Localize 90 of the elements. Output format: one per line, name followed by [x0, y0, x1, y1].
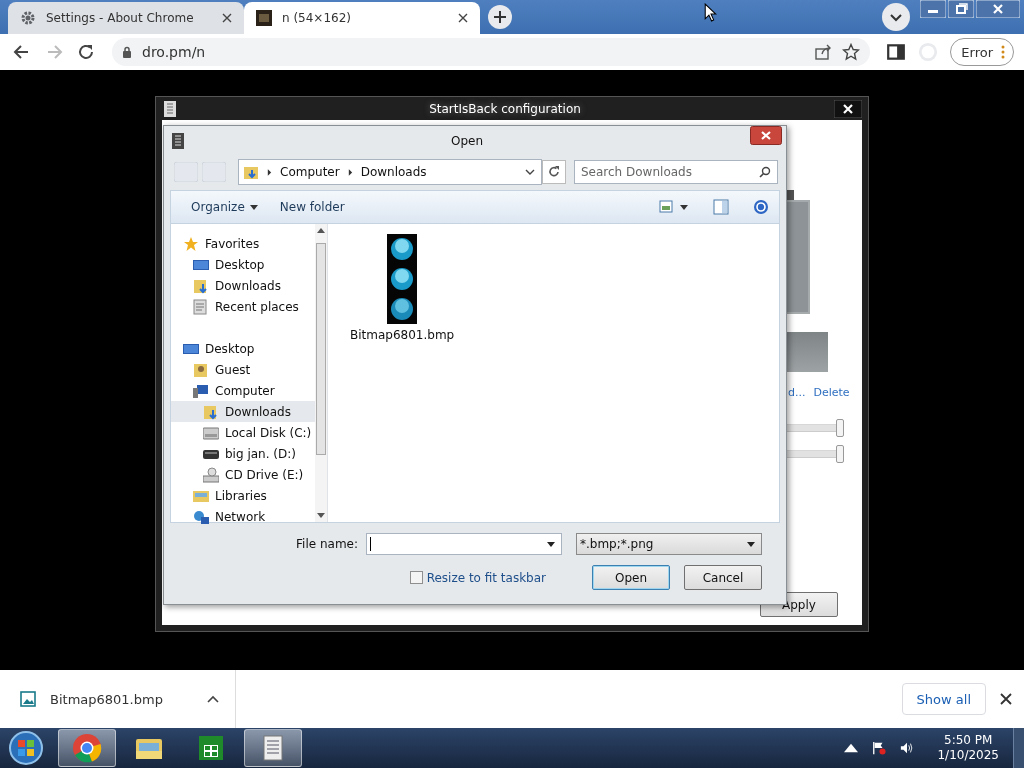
cancel-button[interactable]: Cancel	[684, 565, 762, 590]
new-folder-button[interactable]: New folder	[275, 200, 349, 214]
nav-item[interactable]: Guest	[171, 359, 315, 380]
dropdown-arrow-icon[interactable]	[547, 541, 555, 547]
downloads-folder-icon	[243, 164, 259, 180]
restore-button[interactable]	[948, 0, 974, 18]
side-panel-icon[interactable]	[886, 42, 907, 62]
breadcrumb-item[interactable]: Computer	[280, 165, 340, 179]
image-thumbnail-icon	[256, 10, 272, 26]
nav-item[interactable]: Local Disk (C:)	[171, 422, 315, 443]
lock-icon	[122, 46, 132, 58]
dots-icon	[1001, 45, 1005, 59]
nav-item[interactable]: Recent places	[171, 296, 315, 317]
view-options-icon[interactable]	[659, 199, 689, 215]
computer-icon	[193, 382, 209, 399]
close-icon[interactable]	[1000, 693, 1012, 705]
tab-search-button[interactable]	[882, 3, 910, 31]
chevron-icon	[267, 168, 272, 176]
search-field[interactable]: Search Downloads	[574, 160, 778, 184]
recent-icon	[193, 298, 209, 315]
scroll-down-arrow-icon[interactable]	[317, 513, 325, 518]
cd-icon	[203, 466, 219, 483]
caret-icon	[249, 204, 258, 210]
nav-item[interactable]: Desktop	[171, 338, 315, 359]
orb-buttons-thumbnail-icon	[387, 234, 418, 324]
browser-tab[interactable]: n (54×162)	[244, 2, 480, 34]
help-icon[interactable]	[753, 199, 769, 215]
tab-title: n (54×162)	[282, 11, 352, 25]
slider-thumb[interactable]	[836, 445, 844, 463]
tab-title: Settings - About Chrome	[46, 11, 195, 25]
nav-item[interactable]: Favorites	[171, 233, 315, 254]
new-tab-button[interactable]	[488, 5, 512, 29]
refresh-button[interactable]	[542, 160, 566, 184]
search-icon	[759, 166, 771, 178]
nav-item[interactable]: Downloads	[171, 401, 315, 422]
breadcrumb-bar[interactable]: Computer Downloads	[238, 159, 542, 185]
browser-tab[interactable]: Settings - About Chrome	[8, 2, 244, 34]
scroll-up-arrow-icon[interactable]	[317, 228, 325, 233]
action-center-flag-icon[interactable]	[872, 741, 887, 755]
user-icon	[193, 361, 209, 378]
file-type-dropdown[interactable]: *.bmp;*.png	[576, 533, 762, 555]
link[interactable]: d...	[788, 386, 806, 399]
downloads-icon	[193, 277, 209, 294]
close-icon[interactable]	[458, 13, 468, 23]
profile-error-button[interactable]: Error	[950, 38, 1014, 66]
reload-button[interactable]	[76, 42, 96, 62]
start-button[interactable]	[8, 730, 44, 766]
nav-item[interactable]: Downloads	[171, 275, 315, 296]
network-icon	[193, 508, 209, 525]
nav-item[interactable]: Computer	[171, 380, 315, 401]
store-icon	[196, 733, 226, 763]
show-hidden-icons-icon[interactable]	[844, 741, 859, 755]
link[interactable]: Delete	[813, 386, 850, 399]
close-icon[interactable]	[222, 13, 232, 23]
nav-item[interactable]: Desktop	[171, 254, 315, 275]
slider-thumb[interactable]	[836, 419, 844, 437]
app-icon	[164, 100, 176, 117]
volume-icon[interactable]	[900, 741, 915, 755]
minimize-button[interactable]	[920, 0, 946, 18]
organize-menu[interactable]: Organize	[187, 200, 262, 214]
gear-icon	[20, 10, 36, 26]
breadcrumb-item[interactable]: Downloads	[360, 165, 427, 179]
chevron-icon	[347, 168, 353, 176]
file-name-field[interactable]	[366, 533, 562, 555]
window-title: StartIsBack configuration	[429, 101, 581, 116]
bookmark-star-icon[interactable]	[842, 43, 861, 61]
resize-checkbox[interactable]: Resize to fit taskbar	[409, 570, 546, 585]
file-name-label: File name:	[296, 537, 358, 551]
star-icon	[183, 235, 199, 252]
nav-item[interactable]: big jan. (D:)	[171, 443, 315, 464]
downloads-icon	[203, 403, 219, 420]
address-bar[interactable]: dro.pm/n	[112, 38, 871, 66]
dialog-title: Open	[450, 134, 484, 148]
close-button[interactable]	[834, 99, 862, 118]
chrome-icon	[72, 733, 102, 763]
show-all-button[interactable]: Show all	[901, 683, 986, 715]
dropdown-arrow-icon	[747, 541, 755, 547]
nav-item[interactable]: Libraries	[171, 485, 315, 506]
image-file-icon	[20, 691, 36, 707]
file-item[interactable]: Bitmap6801.bmp	[350, 234, 455, 342]
nav-item[interactable]: CD Drive (E:)	[171, 464, 315, 485]
share-icon[interactable]	[814, 43, 833, 61]
mouse-cursor-icon	[704, 3, 717, 22]
taskbar-app[interactable]	[244, 729, 302, 767]
close-button[interactable]	[750, 126, 782, 145]
clock[interactable]: 5:50 PM 1/10/2025	[937, 733, 999, 763]
open-button[interactable]: Open	[592, 565, 670, 590]
app-icon	[172, 133, 184, 149]
nav-item[interactable]: Network	[171, 506, 315, 527]
chevron-up-icon[interactable]	[207, 695, 219, 703]
